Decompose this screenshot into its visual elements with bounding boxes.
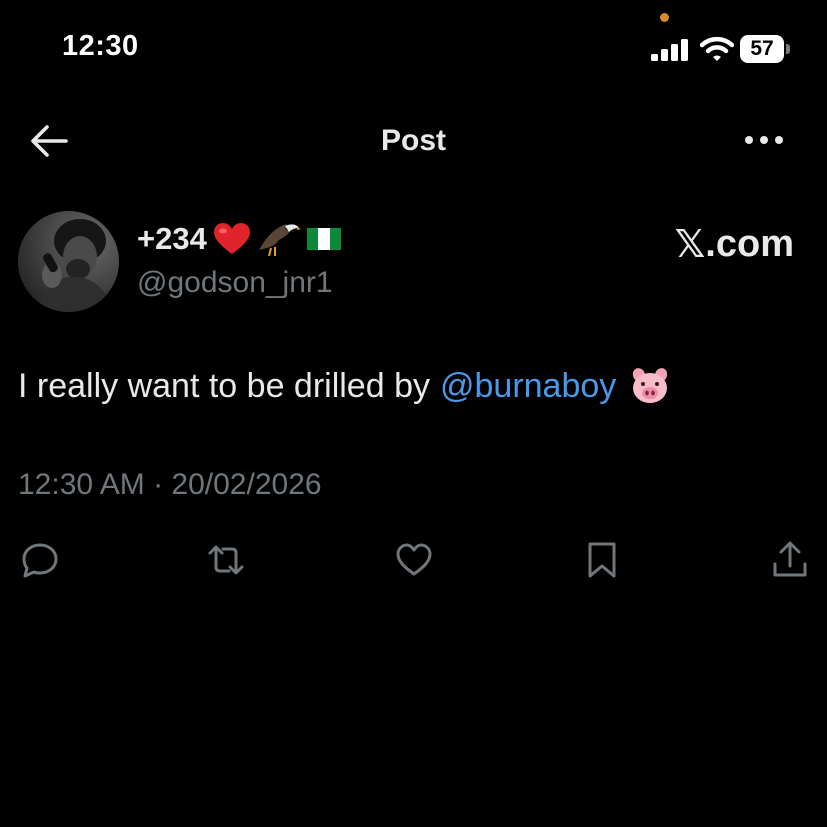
repost-icon[interactable] (206, 540, 246, 580)
battery-indicator: 57 (740, 35, 792, 63)
more-options-icon[interactable] (744, 130, 784, 150)
tweet-body: I really want to be drilled by (18, 366, 430, 405)
cellular-signal-icon (651, 39, 688, 61)
x-logo: 𝕏 (674, 222, 706, 266)
author-display-name[interactable]: +234 (137, 220, 341, 258)
x-com-watermark: 𝕏 .com (675, 222, 794, 266)
pig-face-icon (633, 368, 668, 403)
avatar[interactable] (18, 211, 119, 312)
like-icon[interactable] (394, 540, 434, 580)
eagle-icon (258, 224, 301, 257)
red-heart-icon (213, 223, 250, 254)
nigeria-flag-icon (306, 228, 341, 250)
wifi-icon (700, 36, 734, 61)
page-title: Post (380, 124, 446, 157)
reply-icon[interactable] (20, 540, 60, 580)
privacy-indicator-dot (660, 13, 669, 22)
bookmark-icon[interactable] (582, 540, 622, 580)
mention-link[interactable]: @burnaboy (440, 367, 616, 406)
tweet-timestamp[interactable]: 12:30 AM · 20/02/2026 (18, 468, 322, 502)
tweet-text: I really want to be drilled by @burnaboy (18, 366, 670, 406)
author-handle[interactable]: @godson_jnr1 (137, 266, 333, 300)
status-time: 12:30 (62, 30, 139, 62)
watermark-suffix: .com (705, 222, 794, 265)
share-icon[interactable] (770, 540, 810, 580)
battery-level: 57 (750, 37, 774, 60)
display-name-text: +234 (137, 221, 207, 256)
